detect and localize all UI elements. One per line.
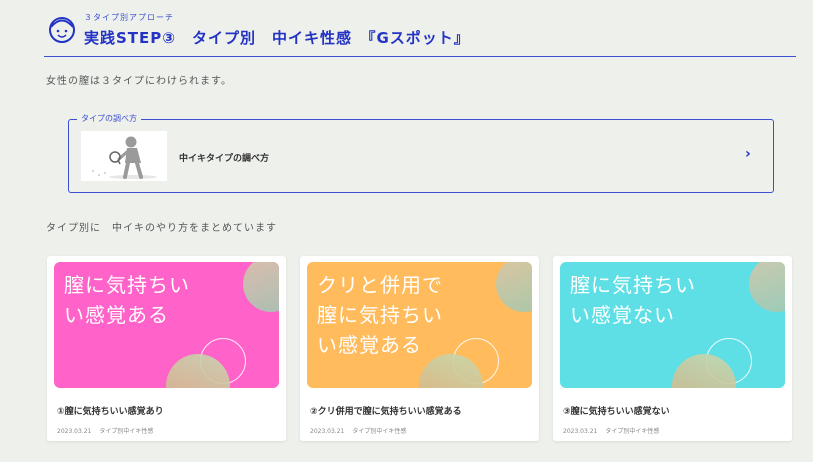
card-meta: 2023.03.21 タイプ別中イキ性感 bbox=[563, 426, 659, 435]
decor-circle bbox=[243, 262, 279, 312]
card-meta: 2023.03.21 タイプ別中イキ性感 bbox=[57, 426, 153, 435]
card-title[interactable]: ①膣に気持ちいい感覚あり bbox=[57, 404, 164, 417]
link-box-text[interactable]: 中イキタイプの調べ方 bbox=[179, 151, 269, 164]
decor-circle bbox=[749, 262, 785, 312]
article-card-2[interactable]: クリと併用で 膣に気持ちい い感覚ある ②クリ併用で膣に気持ちいい感覚ある 20… bbox=[300, 256, 539, 441]
card-banner-text: 膣に気持ちい い感覚ある bbox=[64, 273, 190, 327]
card-meta: 2023.03.21 タイプ別中イキ性感 bbox=[310, 426, 406, 435]
card-banner-text: クリと併用で 膣に気持ちい い感覚ある bbox=[317, 273, 443, 357]
card-banner-text: 膣に気持ちい い感覚ない bbox=[570, 273, 696, 327]
card-category[interactable]: タイプ別中イキ性感 bbox=[352, 428, 406, 435]
card-banner[interactable]: 膣に気持ちい い感覚ある bbox=[54, 262, 279, 388]
header-kicker: ３タイプ別アプローチ bbox=[84, 13, 174, 22]
figure-with-magnifier-icon bbox=[81, 131, 167, 181]
card-date: 2023.03.21 bbox=[563, 428, 598, 435]
article-card-1[interactable]: 膣に気持ちい い感覚ある ①膣に気持ちいい感覚あり 2023.03.21 タイプ別… bbox=[47, 256, 286, 441]
decor-circle bbox=[496, 262, 532, 312]
section-text: タイプ別に 中イキのやり方をまとめています bbox=[46, 223, 277, 234]
type-check-link-box[interactable]: タイプの調べ方 中イキタイプの調べ方 › bbox=[68, 113, 774, 193]
chevron-right-icon[interactable]: › bbox=[745, 146, 751, 162]
page-header: ３タイプ別アプローチ 実践STEP③ タイプ別 中イキ性感 『Gスポット』 bbox=[44, 8, 796, 57]
article-card-3[interactable]: 膣に気持ちい い感覚ない ③膣に気持ちいい感覚ない 2023.03.21 タイプ別… bbox=[553, 256, 792, 441]
card-category[interactable]: タイプ別中イキ性感 bbox=[99, 428, 153, 435]
card-date: 2023.03.21 bbox=[310, 428, 345, 435]
card-category[interactable]: タイプ別中イキ性感 bbox=[605, 428, 659, 435]
intro-text: 女性の膣は３タイプにわけられます。 bbox=[46, 76, 232, 87]
page-title: 実践STEP③ タイプ別 中イキ性感 『Gスポット』 bbox=[84, 29, 470, 47]
link-box-legend: タイプの調べ方 bbox=[77, 113, 141, 124]
card-title[interactable]: ③膣に気持ちいい感覚ない bbox=[563, 404, 670, 417]
card-date: 2023.03.21 bbox=[57, 428, 92, 435]
link-thumbnail[interactable] bbox=[81, 131, 167, 181]
card-banner[interactable]: クリと併用で 膣に気持ちい い感覚ある bbox=[307, 262, 532, 388]
smiling-face-icon bbox=[49, 17, 75, 43]
card-banner[interactable]: 膣に気持ちい い感覚ない bbox=[560, 262, 785, 388]
card-title[interactable]: ②クリ併用で膣に気持ちいい感覚ある bbox=[310, 404, 462, 417]
